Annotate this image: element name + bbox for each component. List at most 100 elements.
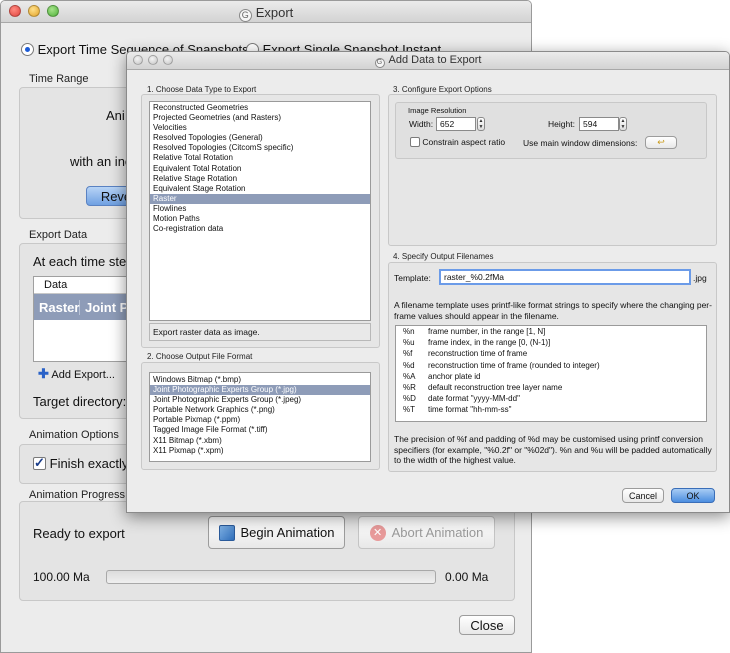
file-format-item[interactable]: Tagged Image File Format (*.tiff) (150, 425, 370, 435)
animation-options-label: Animation Options (29, 429, 119, 441)
cancel-button[interactable]: Cancel (622, 488, 664, 503)
section1-title: 1. Choose Data Type to Export (147, 85, 257, 94)
table-cell-data: Raster (34, 299, 80, 315)
data-type-description: Export raster data as image. (149, 323, 371, 341)
close-button[interactable]: Close (459, 615, 515, 635)
template-label: Template: (394, 273, 431, 283)
target-directory-label: Target directory: (33, 394, 127, 409)
data-type-item[interactable]: Projected Geometries (and Rasters) (150, 113, 370, 123)
format-code: %d (403, 360, 415, 370)
format-description: default reconstruction tree layer name (428, 382, 563, 392)
data-type-item[interactable]: Co-registration data (150, 224, 370, 234)
format-description: time format "hh-mm-ss" (428, 405, 512, 415)
format-code: %n (403, 327, 415, 336)
data-type-item[interactable]: Raster (150, 193, 370, 204)
format-description: date format "yyyy-MM-dd" (428, 394, 520, 404)
use-main-window-label: Use main window dimensions: (523, 138, 638, 148)
ok-button-label: OK (686, 490, 700, 501)
file-format-item[interactable]: X11 Pixmap (*.xpm) (150, 446, 370, 456)
image-resolution-label: Image Resolution (408, 106, 467, 115)
dialog-titlebar: G Add Data to Export (127, 52, 729, 70)
abort-animation-button[interactable]: ✕ Abort Animation (358, 516, 495, 549)
format-description: reconstruction time of frame (rounded to… (428, 360, 600, 370)
time-range-label: Time Range (29, 73, 89, 85)
constrain-check-icon[interactable] (410, 137, 420, 147)
plus-icon: ✚ (38, 366, 49, 381)
file-format-list[interactable]: Windows Bitmap (*.bmp) Joint Photographic… (149, 372, 371, 462)
add-data-dialog: G Add Data to Export 1. Choose Data Type … (126, 51, 730, 513)
animation-progress-group: Ready to export Begin Animation ✕ Abort … (19, 501, 515, 601)
file-format-item[interactable]: Joint Photographic Experts Group (*.jpeg… (150, 395, 370, 405)
data-type-item[interactable]: Velocities (150, 123, 370, 133)
file-format-item[interactable]: Portable Pixmap (*.ppm) (150, 415, 370, 425)
ok-button[interactable]: OK (671, 488, 715, 503)
export-titlebar: G Export (1, 1, 531, 23)
section3-title: 3. Configure Export Options (393, 85, 492, 94)
file-format-item[interactable]: Portable Network Graphics (*.png) (150, 405, 370, 415)
format-specifier-table: %n frame number, in the range [1, N] %u fra… (395, 325, 707, 422)
dialog-title: Add Data to Export (388, 54, 482, 66)
abort-icon: ✕ (369, 524, 386, 541)
height-label: Height: (548, 119, 575, 129)
begin-animation-button[interactable]: Begin Animation (208, 516, 345, 549)
template-input[interactable]: raster_%0.2fMa (439, 269, 691, 285)
data-type-item[interactable]: Flowlines (150, 204, 370, 214)
format-description: frame index, in the range [0, (N-1)] (428, 338, 551, 348)
data-type-item[interactable]: Equivalent Stage Rotation (150, 184, 370, 194)
gplates-app-icon: G (238, 9, 252, 22)
format-description: anchor plate id (428, 371, 481, 381)
format-row: %n frame number, in the range [1, N] (396, 326, 706, 337)
precision-help-text: The precision of %f and padding of %d ma… (394, 434, 712, 465)
finish-exactly-checkbox[interactable]: Finish exactly (33, 455, 129, 471)
format-code: %D (403, 394, 416, 404)
data-type-item[interactable]: Motion Paths (150, 214, 370, 224)
finish-exactly-label: Finish exactly (49, 456, 129, 471)
width-field[interactable]: 652 (436, 117, 476, 131)
data-type-item[interactable]: Resolved Topologies (CitcomS specific) (150, 143, 370, 153)
file-format-item[interactable]: Windows Bitmap (*.bmp) (150, 375, 370, 385)
undo-arrow-icon: ↩ (657, 137, 665, 147)
at-each-time-label: At each time step (33, 254, 134, 269)
data-type-item[interactable]: Reconstructed Geometries (150, 103, 370, 113)
format-code: %A (403, 371, 416, 381)
add-export-label: Add Export... (51, 369, 115, 381)
file-format-item[interactable]: Joint Photographic Experts Group (*.jpg) (150, 385, 370, 396)
format-row: %f reconstruction time of frame (396, 348, 706, 359)
export-window-title: Export (255, 5, 294, 20)
section2-title: 2. Choose Output File Format (147, 352, 253, 361)
abort-animation-label: Abort Animation (391, 525, 484, 540)
data-type-item[interactable]: Equivalent Total Rotation (150, 164, 370, 174)
add-export-button[interactable]: ✚ Add Export... (38, 366, 115, 382)
format-row: %A anchor plate id (396, 371, 706, 382)
format-code: %f (403, 349, 413, 359)
format-row: %d reconstruction time of frame (rounded … (396, 360, 706, 371)
width-stepper[interactable]: ▲ ▼ (477, 117, 485, 131)
progress-bar (106, 570, 436, 584)
format-row: %D date format "yyyy-MM-dd" (396, 393, 706, 404)
width-label: Width: (409, 119, 434, 129)
time-range-line2: with an inc (70, 154, 132, 169)
constrain-aspect-checkbox[interactable]: Constrain aspect ratio (410, 137, 505, 147)
finish-exactly-check-icon[interactable] (33, 455, 46, 471)
use-main-window-button[interactable]: ↩ (645, 136, 677, 149)
template-help-text: A filename template uses printf-like for… (394, 300, 712, 321)
format-row: %T time format "hh-mm-ss" (396, 404, 706, 415)
progress-end-time: 0.00 Ma (445, 570, 489, 584)
export-icon (218, 524, 235, 541)
template-extension: .jpg (693, 273, 707, 283)
data-type-item[interactable]: Resolved Topologies (General) (150, 133, 370, 143)
height-field[interactable]: 594 (579, 117, 619, 131)
file-format-item[interactable]: X11 Bitmap (*.xbm) (150, 436, 370, 446)
data-type-list[interactable]: Reconstructed Geometries Projected Geomet… (149, 101, 371, 321)
height-stepper[interactable]: ▲ ▼ (619, 117, 627, 131)
close-button-label: Close (470, 617, 504, 633)
export-title-wrap: G Export (1, 5, 531, 22)
format-code: %T (403, 405, 415, 415)
animation-progress-label: Animation Progress (29, 489, 125, 501)
progress-start-time: 100.00 Ma (33, 570, 90, 584)
cancel-button-label: Cancel (628, 490, 657, 501)
data-type-item[interactable]: Relative Stage Rotation (150, 174, 370, 184)
data-type-item[interactable]: Relative Total Rotation (150, 153, 370, 163)
format-code: %u (403, 338, 415, 348)
radio-sequence-icon[interactable] (21, 43, 34, 56)
